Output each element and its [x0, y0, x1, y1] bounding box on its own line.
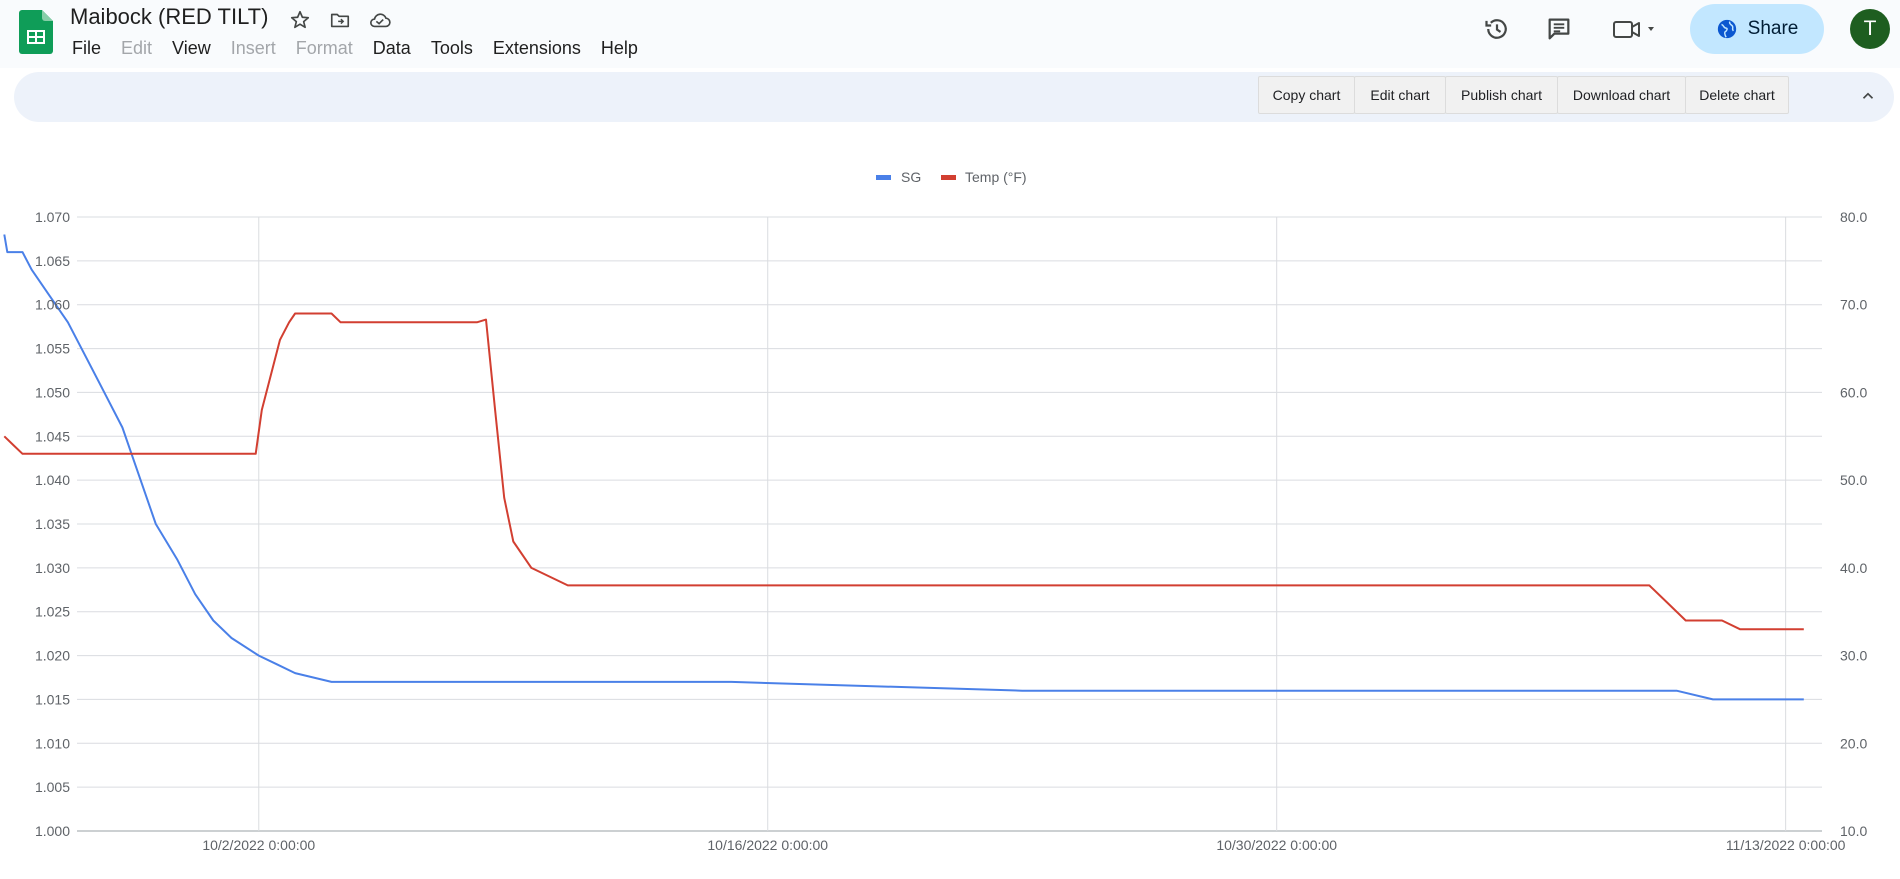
star-icon[interactable] — [286, 6, 314, 34]
comments-icon[interactable] — [1542, 12, 1576, 46]
menu-help[interactable]: Help — [591, 36, 648, 62]
y-left-tick-label: 1.055 — [35, 341, 70, 357]
legend[interactable]: SG Temp (°F) — [876, 169, 1027, 185]
y-left-tick-label: 1.000 — [35, 823, 70, 839]
grid-lines — [77, 216, 1822, 832]
chevron-up-icon[interactable] — [1856, 84, 1880, 108]
edit-chart-button[interactable]: Edit chart — [1354, 76, 1446, 114]
menu-view[interactable]: View — [162, 36, 221, 62]
y-left-tick-label: 1.045 — [35, 428, 70, 444]
y-right-tick-label: 60.0 — [1840, 384, 1867, 400]
menu-file[interactable]: File — [62, 36, 111, 62]
series-line-temp — [3, 312, 1804, 631]
menu-format: Format — [295, 38, 353, 58]
chart-toolbar: Copy chart Edit chart Publish chart Down… — [14, 72, 1894, 122]
menu-edit: Edit — [121, 38, 153, 58]
y-left-tick-label: 1.020 — [35, 648, 70, 664]
sheets-logo-icon[interactable] — [19, 10, 53, 54]
y-left-tick-label: 1.060 — [35, 297, 70, 313]
y-left-tick-label: 1.035 — [35, 516, 70, 532]
globe-icon — [1717, 19, 1736, 39]
y-left-tick-label: 1.065 — [35, 253, 70, 269]
y-left-tick-label: 1.030 — [35, 560, 70, 576]
y-left-tick-label: 1.025 — [35, 604, 70, 620]
y-left-tick-label: 1.005 — [35, 779, 70, 795]
axis-labels: 1.000 1.005 1.010 1.015 1.020 1.025 1.030 1.035… — [35, 209, 1868, 853]
delete-chart-button[interactable]: Delete chart — [1685, 76, 1789, 114]
y-right-tick-label: 50.0 — [1840, 472, 1867, 488]
y-right-tick-label: 70.0 — [1840, 297, 1867, 313]
publish-chart-button[interactable]: Publish chart — [1445, 76, 1558, 114]
y-right-tick-label: 40.0 — [1840, 560, 1867, 576]
legend-swatch — [876, 175, 891, 180]
y-left-tick-label: 1.015 — [35, 691, 70, 707]
legend-label[interactable]: Temp (°F) — [965, 169, 1027, 185]
y-right-tick-label: 80.0 — [1840, 209, 1867, 225]
y-left-tick-label: 1.050 — [35, 384, 70, 400]
document-title[interactable]: Maibock (RED TILT) — [70, 4, 268, 30]
menu-data[interactable]: Data — [363, 36, 421, 62]
share-button[interactable]: Share — [1690, 4, 1824, 54]
menu-extensions[interactable]: Extensions — [483, 36, 591, 62]
x-tick-label: 10/16/2022 0:00:00 — [707, 837, 828, 853]
avatar[interactable]: T — [1850, 9, 1890, 49]
y-left-tick-label: 1.010 — [35, 735, 70, 751]
x-tick-label: 10/30/2022 0:00:00 — [1216, 837, 1337, 853]
menu-bar: File Edit View Insert Format Data Tools Extensi… — [62, 36, 648, 62]
cloud-saved-icon[interactable] — [366, 6, 394, 34]
menu-tools[interactable]: Tools — [421, 36, 483, 62]
title-bar: Maibock (RED TILT) File Edit View Insert For… — [0, 0, 1900, 68]
copy-chart-button[interactable]: Copy chart — [1258, 76, 1355, 114]
legend-label[interactable]: SG — [901, 169, 921, 185]
menu-insert: Insert — [230, 38, 276, 58]
x-tick-label: 10/2/2022 0:00:00 — [202, 837, 315, 853]
meet-icon[interactable] — [1610, 12, 1660, 46]
share-label: Share — [1747, 18, 1799, 39]
download-chart-button[interactable]: Download chart — [1557, 76, 1686, 114]
line-chart: 1.000 1.005 1.010 1.015 1.020 1.025 1.030 1.035… — [3, 169, 1868, 853]
x-tick-label: 11/13/2022 0:00:00 — [1726, 837, 1846, 853]
y-left-tick-label: 1.070 — [35, 209, 70, 225]
move-to-folder-icon[interactable] — [326, 6, 354, 34]
y-left-tick-label: 1.040 — [35, 472, 70, 488]
y-right-tick-label: 30.0 — [1840, 648, 1867, 664]
version-history-icon[interactable] — [1480, 12, 1514, 46]
legend-swatch — [941, 175, 956, 180]
y-right-tick-label: 20.0 — [1840, 735, 1867, 751]
